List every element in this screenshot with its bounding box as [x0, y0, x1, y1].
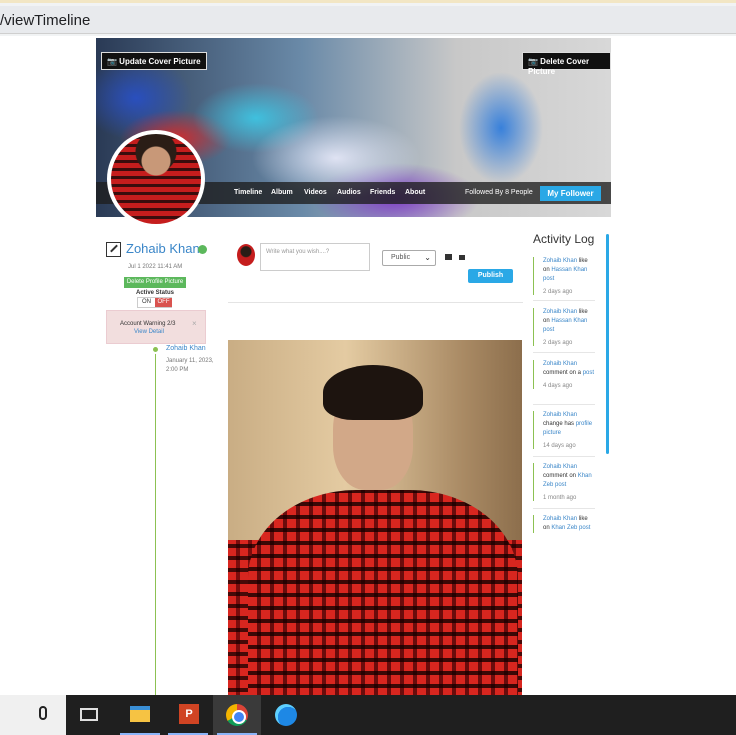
task-view-icon[interactable]: [80, 708, 98, 721]
followed-count: Followed By 8 People: [465, 189, 533, 196]
activity-divider: [533, 352, 595, 353]
activity-time: 14 days ago: [543, 443, 576, 449]
delete-cover-button[interactable]: 📷 Delete Cover Picture: [522, 52, 611, 76]
activity-item[interactable]: Zohaib Khan like on Hassan Khan post 2 d…: [533, 257, 595, 295]
timeline-author[interactable]: Zohaib Khan: [166, 345, 206, 352]
activity-user[interactable]: Zohaib Khan: [543, 361, 577, 367]
activity-user[interactable]: Zohaib Khan: [543, 412, 577, 418]
verified-icon: [198, 245, 207, 254]
update-cover-button[interactable]: 📷 Update Cover Picture: [101, 52, 207, 70]
browser-address-bar[interactable]: /viewTimeline: [0, 0, 736, 36]
visibility-select[interactable]: Public ⌄: [382, 250, 436, 266]
url-field[interactable]: /viewTimeline: [0, 6, 736, 34]
activity-divider: [533, 508, 595, 509]
activity-user[interactable]: Zohaib Khan: [543, 258, 577, 264]
taskbar-app-chrome[interactable]: [213, 695, 261, 735]
activity-text: change has: [543, 421, 576, 427]
timeline-date: January 11, 2023, 2:00 PM: [166, 358, 214, 373]
url-text: /viewTimeline: [0, 12, 91, 29]
active-status-toggle[interactable]: ON OFF: [137, 297, 172, 308]
active-status-label: Active Status: [136, 290, 175, 296]
photo-hair: [323, 365, 423, 420]
activity-scrollbar[interactable]: [606, 234, 609, 454]
my-follower-button[interactable]: My Follower: [540, 186, 601, 201]
joined-date: Jul 1 2022 11:41 AM: [128, 264, 183, 270]
activity-item[interactable]: Zohaib Khan comment on Khan Zeb post 1 m…: [533, 463, 595, 501]
powerpoint-icon: P: [179, 704, 199, 724]
activity-time: 1 month ago: [543, 495, 577, 501]
chevron-down-icon: ⌄: [424, 253, 431, 262]
view-detail-link[interactable]: View Detail: [134, 329, 164, 335]
activity-user[interactable]: Zohaib Khan: [543, 516, 577, 522]
activity-text: comment on a: [543, 370, 583, 376]
timeline-line: [155, 350, 156, 695]
edge-icon: [275, 704, 297, 726]
toggle-on[interactable]: ON: [138, 298, 155, 307]
activity-divider: [533, 404, 595, 405]
divider: [228, 302, 523, 303]
edit-icon[interactable]: [106, 242, 121, 257]
profile-avatar[interactable]: [107, 130, 205, 228]
activity-divider: [533, 300, 595, 301]
warning-text: Account Warning 2/3: [120, 321, 176, 327]
video-upload-icon[interactable]: [459, 255, 465, 260]
activity-log-title: Activity Log: [533, 232, 595, 246]
post-image[interactable]: [228, 340, 522, 700]
close-icon[interactable]: ×: [192, 319, 197, 328]
account-warning-alert: Account Warning 2/3 View Detail ×: [106, 310, 206, 344]
activity-item[interactable]: Zohaib Khan change has profile picture 1…: [533, 411, 595, 449]
activity-time: 2 days ago: [543, 289, 573, 295]
taskbar: P: [0, 695, 736, 735]
photo-shirt: [248, 490, 518, 700]
tab-friends[interactable]: Friends: [370, 189, 395, 196]
timeline-dot: [151, 345, 160, 354]
activity-target[interactable]: Khan Zeb post: [551, 525, 590, 531]
taskbar-app-edge[interactable]: [262, 695, 310, 735]
visibility-value: Public: [391, 254, 411, 261]
delete-profile-picture-button[interactable]: Delete Profile Picture: [124, 277, 186, 288]
tab-album[interactable]: Album: [271, 189, 293, 196]
activity-text: comment on: [543, 473, 578, 479]
activity-time: 4 days ago: [543, 383, 573, 389]
activity-item[interactable]: Zohaib Khan like on Hassan Khan post 2 d…: [533, 308, 595, 346]
activity-user[interactable]: Zohaib Khan: [543, 309, 577, 315]
tab-about[interactable]: About: [405, 189, 425, 196]
activity-item[interactable]: Zohaib Khan comment on a post 4 days ago: [533, 360, 595, 389]
post-input[interactable]: Write what you wish....?: [260, 243, 370, 271]
publish-button[interactable]: Publish: [468, 269, 513, 283]
taskbar-app-powerpoint[interactable]: P: [164, 695, 212, 735]
tab-audios[interactable]: Audios: [337, 189, 361, 196]
microphone-icon[interactable]: [39, 706, 47, 720]
tab-videos[interactable]: Videos: [304, 189, 327, 196]
activity-user[interactable]: Zohaib Khan: [543, 464, 577, 470]
profile-name[interactable]: Zohaib Khan: [126, 241, 200, 256]
tab-timeline[interactable]: Timeline: [234, 189, 262, 196]
taskbar-search-area[interactable]: [0, 695, 66, 735]
activity-time: 2 days ago: [543, 340, 573, 346]
activity-target[interactable]: post: [583, 370, 594, 376]
image-upload-icon[interactable]: [445, 254, 452, 260]
taskbar-app-explorer[interactable]: [116, 695, 164, 735]
toggle-off[interactable]: OFF: [155, 298, 172, 307]
chrome-icon: [226, 704, 248, 726]
file-explorer-icon: [130, 706, 150, 722]
activity-divider: [533, 456, 595, 457]
composer-avatar: [237, 244, 255, 266]
activity-item[interactable]: Zohaib Khan like on Khan Zeb post: [533, 515, 595, 533]
